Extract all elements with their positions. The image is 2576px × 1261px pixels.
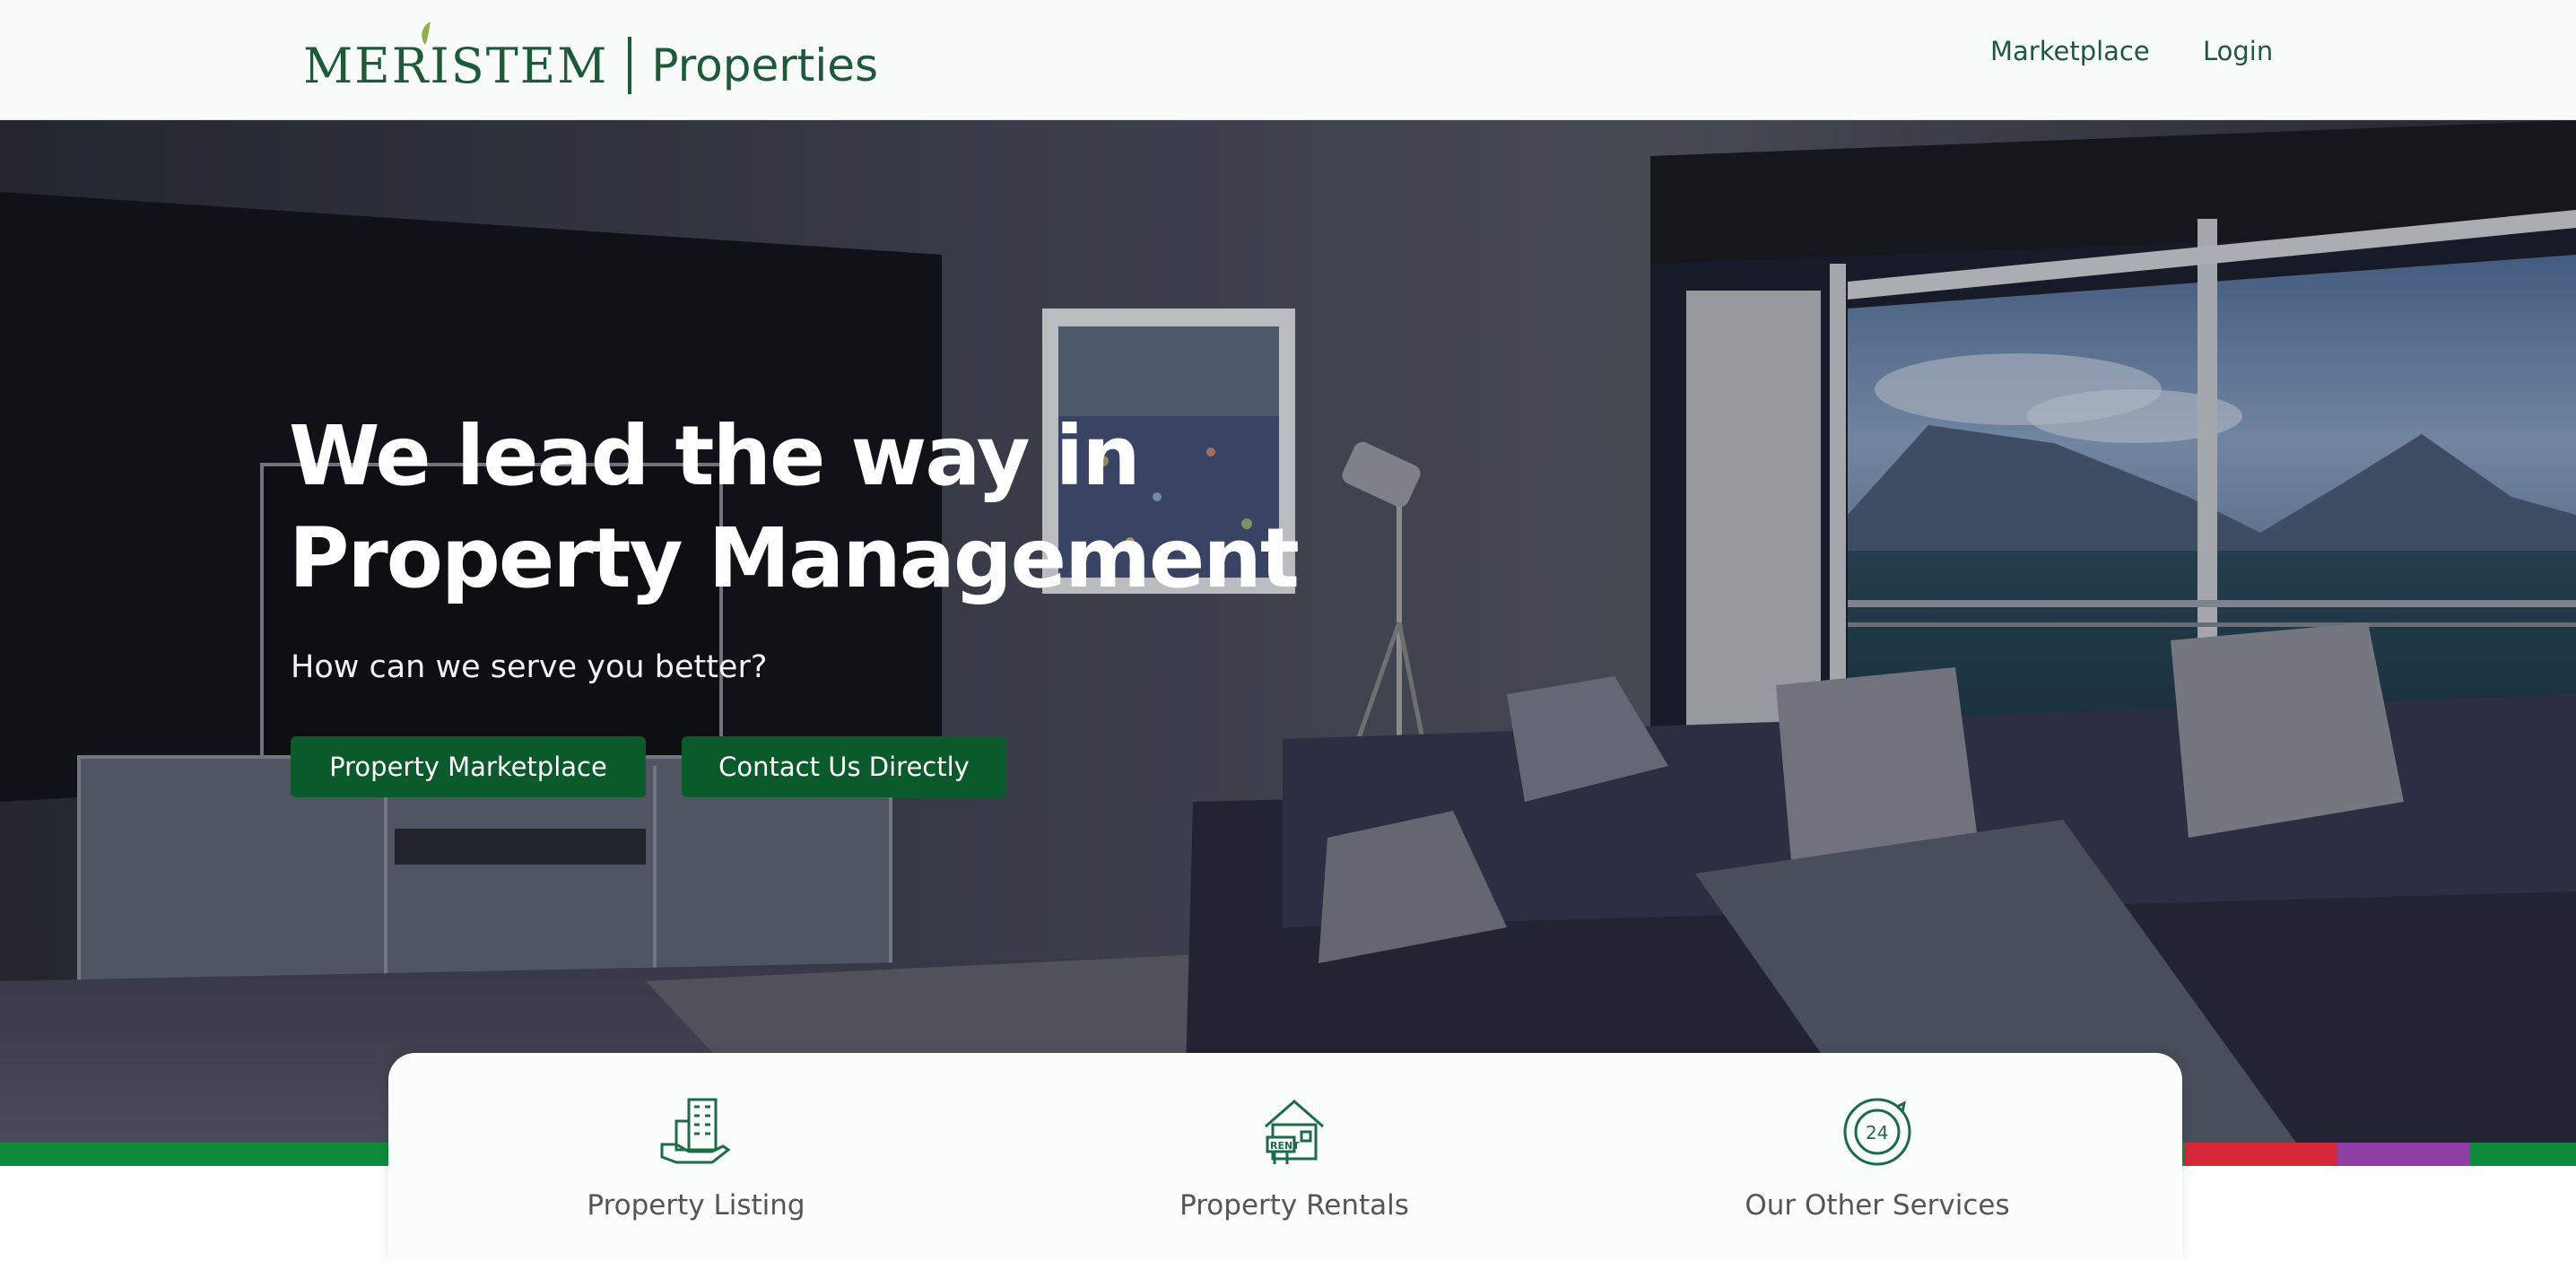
top-navbar: MERISTEM Properties Marketplace Login [0,0,2576,120]
svg-text:24: 24 [1866,1122,1888,1144]
rent-house-icon: RENT [1265,1100,1324,1164]
hero-headline: We lead the way in Property Management [289,405,1634,610]
building-hand-icon [660,1098,731,1164]
leaf-icon [422,22,431,45]
service-property-rentals[interactable]: RENT Property Rentals [1106,1094,1483,1222]
hero-subtitle: How can we serve you better? [291,649,768,685]
brand-name: MERISTEM [303,37,609,94]
stripe-purple-segment [2337,1143,2470,1166]
service-other-services[interactable]: 24 Our Other Services [1689,1094,2066,1222]
contact-us-button[interactable]: Contact Us Directly [682,736,1006,797]
stripe-red-segment [2185,1143,2337,1166]
service-label: Property Rentals [1179,1189,1409,1222]
svg-text:RENT: RENT [1270,1140,1300,1152]
hero-headline-line1: We lead the way in [289,408,1141,504]
service-label: Our Other Services [1745,1189,2010,1222]
stripe-green-end-segment [2470,1143,2576,1166]
service-property-listing[interactable]: Property Listing [508,1094,884,1222]
property-marketplace-button[interactable]: Property Marketplace [291,736,646,797]
hero-background-image [0,120,2576,1143]
hero-headline-line2: Property Management [289,510,1300,606]
brand-divider [628,37,632,94]
nav-marketplace-link[interactable]: Marketplace [1990,36,2150,66]
service-label: Property Listing [587,1189,805,1222]
services-card: Property Listing RENT Property Rentals 2… [388,1053,2182,1261]
hero-section: We lead the way in Property Management H… [0,120,2576,1143]
brand-suffix: Properties [651,39,879,91]
24-hours-clock-icon: 24 [1843,1098,1911,1166]
brand-logo[interactable]: MERISTEM Properties [303,22,879,99]
nav-login-link[interactable]: Login [2203,36,2273,66]
